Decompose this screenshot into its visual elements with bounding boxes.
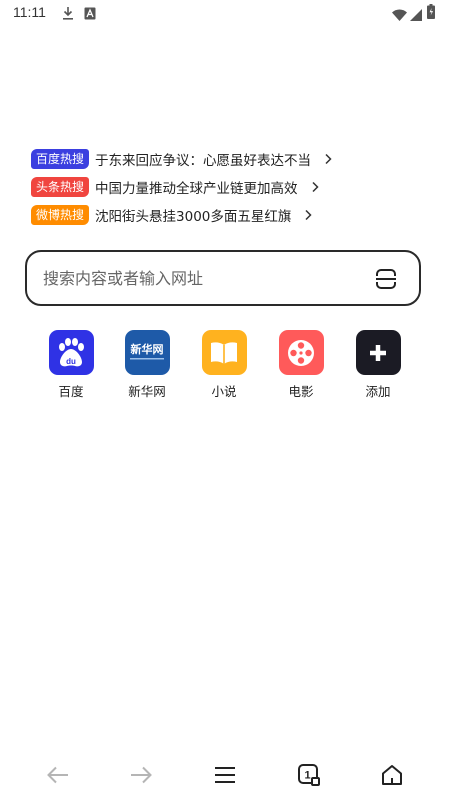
forward-icon — [131, 766, 152, 784]
book-icon — [201, 330, 247, 375]
battery-icon — [427, 4, 435, 23]
hot-search-badge: 微博热搜 — [31, 205, 90, 225]
hot-search-item-toutiao[interactable]: 头条热搜 中国力量推动全球产业链更加高效 — [31, 176, 322, 198]
hot-search-text: 沈阳街头悬挂3000多面五星红旗 — [95, 209, 292, 225]
quick-link-label: 新华网 — [128, 384, 166, 399]
hot-search-text: 中国力量推动全球产业链更加高效 — [95, 181, 298, 197]
quick-link-label: 百度 — [58, 384, 84, 399]
wifi-icon — [392, 6, 407, 25]
hot-search-text: 于东来回应争议：心愿虽好表达不当 — [95, 153, 312, 169]
back-button[interactable] — [43, 760, 73, 790]
forward-button[interactable] — [126, 760, 156, 790]
quick-link-baidu[interactable]: du 百度 — [41, 330, 101, 400]
quick-link-novel[interactable]: 小说 — [194, 330, 254, 400]
quick-link-add[interactable]: 添加 — [348, 330, 408, 400]
baidu-icon: du — [48, 330, 94, 375]
quick-link-movie[interactable]: 电影 — [271, 330, 331, 400]
xinhua-icon: 新华网 — [124, 330, 170, 375]
menu-button[interactable] — [210, 760, 240, 790]
film-icon — [278, 330, 324, 375]
chevron-right-icon — [305, 209, 312, 221]
a-icon — [84, 5, 96, 24]
bottom-nav: 1 — [0, 760, 450, 790]
xinhua-logo-text: 新华网 — [130, 343, 164, 356]
tab-count: 1 — [304, 770, 310, 782]
search-box[interactable] — [25, 250, 421, 306]
tabs-button[interactable]: 1 — [294, 760, 324, 790]
quick-link-label: 小说 — [211, 384, 237, 399]
hot-search-item-baidu[interactable]: 百度热搜 于东来回应争议：心愿虽好表达不当 — [31, 148, 335, 170]
menu-icon — [215, 767, 235, 783]
xinhua-logo-stripe — [130, 358, 164, 360]
back-icon — [47, 766, 68, 784]
status-bar: 11:11 — [0, 0, 450, 26]
chevron-right-icon — [311, 181, 319, 193]
svg-text:du: du — [66, 357, 76, 366]
quick-link-xinhua[interactable]: 新华网 新华网 — [117, 330, 177, 400]
scan-icon[interactable] — [375, 269, 397, 289]
quick-link-label: 添加 — [365, 384, 391, 399]
download-icon — [62, 5, 74, 24]
hot-search-item-weibo[interactable]: 微博热搜 沈阳街头悬挂3000多面五星红旗 — [31, 204, 315, 226]
chevron-right-icon — [325, 153, 332, 165]
quick-link-label: 电影 — [288, 384, 314, 399]
tabs-icon: 1 — [298, 764, 320, 786]
hot-search-badge: 头条热搜 — [31, 177, 90, 197]
signal-icon — [410, 6, 422, 25]
hot-search-badge: 百度热搜 — [31, 149, 90, 169]
plus-icon — [355, 330, 401, 375]
search-input[interactable] — [41, 267, 365, 289]
home-icon — [382, 765, 402, 785]
status-time: 11:11 — [13, 4, 46, 20]
home-button[interactable] — [377, 760, 407, 790]
